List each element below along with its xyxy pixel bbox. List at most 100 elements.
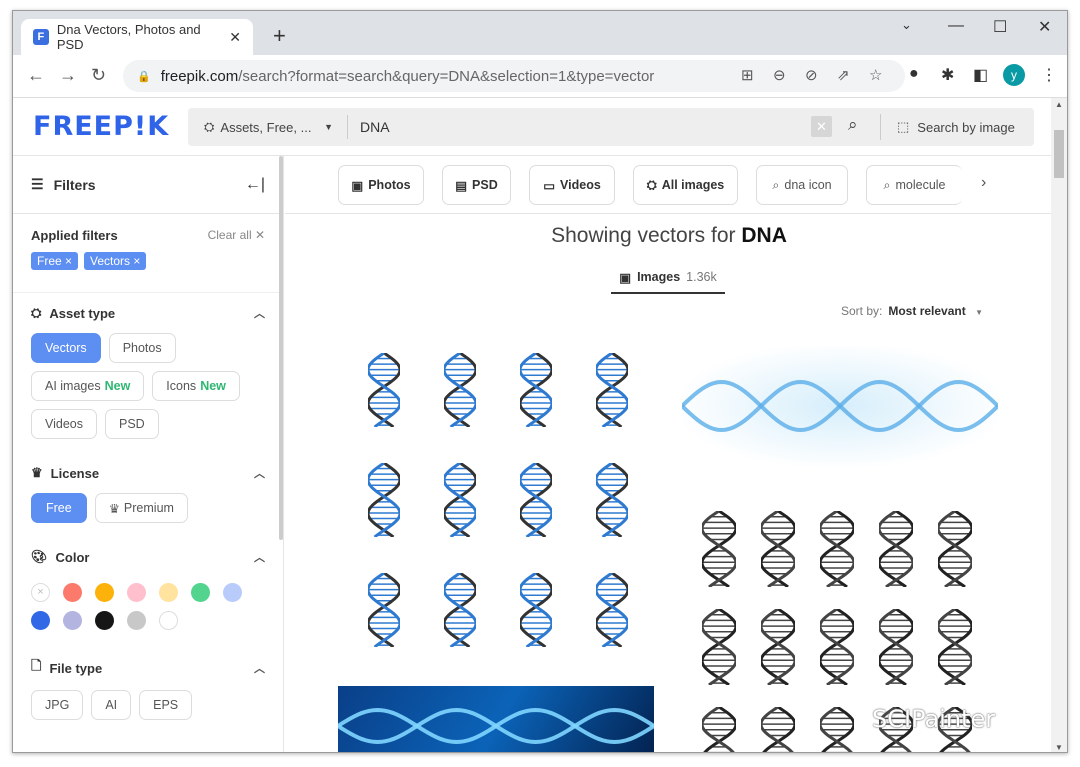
eye-off-icon[interactable]: ⊘ xyxy=(805,66,818,84)
evernote-icon[interactable]: ● xyxy=(909,65,919,83)
color-swatch[interactable] xyxy=(191,583,210,602)
category-psd[interactable]: ▤ PSD xyxy=(442,165,511,205)
color-swatch[interactable] xyxy=(95,583,114,602)
asset-type-header[interactable]: ⛭ Asset type ︿ xyxy=(31,293,265,333)
related-molecule[interactable]: ⌕ molecule xyxy=(866,165,962,205)
color-swatch[interactable] xyxy=(223,583,242,602)
color-swatch[interactable] xyxy=(63,583,82,602)
category-videos[interactable]: ▭ Videos xyxy=(529,165,615,205)
address-bar[interactable]: 🔒 freepik.com/search?format=search&query… xyxy=(123,60,905,92)
license-premium-chip[interactable]: ♛ Premium xyxy=(94,493,188,523)
translate-icon[interactable]: ⊞ xyxy=(741,66,754,84)
asset-psd-chip[interactable]: PSD xyxy=(105,409,159,439)
clear-all-button[interactable]: Clear all ✕ xyxy=(208,228,265,242)
file-jpg-chip[interactable]: JPG xyxy=(31,690,84,720)
page-scrollbar[interactable]: ▲ ▼ xyxy=(1051,98,1067,752)
result-image-blue-dna-banner[interactable] xyxy=(682,346,998,466)
caret-down-icon: ▼ xyxy=(324,122,333,132)
search-icon[interactable]: ⌕ xyxy=(848,115,858,135)
category-photos[interactable]: ▣ Photos xyxy=(338,165,424,205)
asset-scope-dropdown[interactable]: ⛭ Assets, Free, ... ▼ xyxy=(188,115,348,139)
result-image-glowing-dna[interactable] xyxy=(338,686,654,752)
sort-dropdown[interactable]: Sort by: Most relevant ▼ xyxy=(841,304,983,318)
category-all-images[interactable]: ⛭ All images xyxy=(633,165,738,205)
chevron-right-icon[interactable]: › xyxy=(981,174,986,192)
asset-icons-chip[interactable]: Icons New xyxy=(152,371,240,401)
maximize-button[interactable]: ☐ xyxy=(993,17,1007,37)
dna-helix-icon xyxy=(759,705,797,752)
asset-photos-chip[interactable]: Photos xyxy=(108,333,176,363)
minimize-button[interactable]: — xyxy=(948,17,964,35)
applied-filter-vectors[interactable]: Vectors × xyxy=(84,252,147,270)
category-label: PSD xyxy=(472,178,498,192)
reload-icon[interactable]: ↻ xyxy=(91,65,106,86)
psd-icon: ▤ xyxy=(455,178,468,193)
search-by-image-button[interactable]: ⬚ Search by image xyxy=(880,114,1015,140)
extensions-icon[interactable]: ✱ xyxy=(941,65,954,85)
color-header[interactable]: 🎨︎ Color ︿ xyxy=(31,537,265,577)
color-swatch[interactable]: × xyxy=(31,583,50,602)
color-swatch[interactable] xyxy=(127,611,146,630)
license-free-chip[interactable]: Free xyxy=(31,493,87,523)
license-header[interactable]: ♛ License ︿ xyxy=(31,453,265,493)
tab-search-icon[interactable]: ⌄ xyxy=(901,17,912,33)
tab-bar: F Dna Vectors, Photos and PSD ✕ + ⌄ — ☐ … xyxy=(13,11,1067,55)
star-icon[interactable]: ☆ xyxy=(869,66,882,84)
section-label: File type xyxy=(49,660,103,676)
file-eps-chip[interactable]: EPS xyxy=(139,690,193,720)
new-tab-button[interactable]: + xyxy=(273,23,286,49)
sidebar-scrollbar[interactable] xyxy=(279,156,283,540)
result-image-dna-icon-set-blue[interactable] xyxy=(338,341,654,661)
back-icon[interactable]: ← xyxy=(27,65,45,86)
color-swatch[interactable] xyxy=(95,611,114,630)
zoom-icon[interactable]: ⊖ xyxy=(773,66,786,84)
scrollbar-thumb[interactable] xyxy=(1054,130,1064,178)
applied-filter-label: Vectors xyxy=(90,254,131,268)
asset-vectors-chip[interactable]: Vectors xyxy=(31,333,101,363)
images-tab[interactable]: ▣ Images 1.36k xyxy=(611,270,725,294)
file-ai-chip[interactable]: AI xyxy=(91,690,132,720)
browser-tab[interactable]: F Dna Vectors, Photos and PSD ✕ xyxy=(21,19,253,55)
collapse-sidebar-icon[interactable]: ←| xyxy=(245,176,265,194)
close-tab-icon[interactable]: ✕ xyxy=(229,29,241,46)
scroll-down-icon[interactable]: ▼ xyxy=(1055,743,1063,752)
applied-filter-label: Free xyxy=(37,254,62,268)
dna-helix-icon xyxy=(518,461,554,539)
asset-videos-chip[interactable]: Videos xyxy=(31,409,97,439)
tab-label: Images xyxy=(637,270,681,284)
scope-label: Assets, Free, ... xyxy=(220,119,312,135)
scroll-up-icon[interactable]: ▲ xyxy=(1055,100,1063,109)
color-swatch[interactable] xyxy=(31,611,50,630)
search-input[interactable]: DNA xyxy=(348,119,390,135)
related-dna-icon[interactable]: ⌕ dna icon xyxy=(756,165,848,205)
url-domain: freepik.com xyxy=(160,67,239,85)
forward-icon[interactable]: → xyxy=(59,65,77,86)
palette-icon: 🎨︎ xyxy=(31,549,48,564)
new-badge: New xyxy=(200,379,226,393)
share-icon[interactable]: ⇗ xyxy=(837,66,850,84)
asset-type-section: ⛭ Asset type ︿ Vectors Photos AI images New… xyxy=(13,293,283,449)
url-path: /search?format=search&query=DNA&selectio… xyxy=(238,67,655,85)
tab-title: Dna Vectors, Photos and PSD xyxy=(56,22,201,52)
applied-filter-free[interactable]: Free × xyxy=(31,252,79,270)
color-swatch[interactable] xyxy=(63,611,82,630)
section-label: Asset type xyxy=(49,305,116,321)
crown-icon: ♛ xyxy=(31,465,43,480)
shapes-icon: ⛭ xyxy=(204,119,215,134)
filters-sidebar: ☰ Filters ←| Applied filters Clear all ✕ Fr… xyxy=(13,156,284,752)
file-type-header[interactable]: 🗋 File type ︿ xyxy=(31,648,265,688)
freepik-logo[interactable]: FREEP!K xyxy=(33,111,169,142)
asset-ai-images-chip[interactable]: AI images New xyxy=(31,371,145,401)
applied-filters-label: Applied filters xyxy=(31,227,118,243)
dna-helix-icon xyxy=(594,461,630,539)
close-window-button[interactable]: ✕ xyxy=(1038,17,1051,37)
category-label: All images xyxy=(661,178,725,192)
filters-header: ☰ Filters ←| xyxy=(13,156,283,214)
profile-avatar[interactable]: y xyxy=(1003,64,1025,86)
color-swatch[interactable] xyxy=(127,583,146,602)
color-swatch[interactable] xyxy=(159,583,178,602)
color-swatch[interactable] xyxy=(159,611,178,630)
clear-search-button[interactable]: ✕ xyxy=(811,116,832,137)
side-panel-icon[interactable]: ◧ xyxy=(973,65,988,85)
menu-icon[interactable]: ⋮ xyxy=(1041,65,1057,85)
